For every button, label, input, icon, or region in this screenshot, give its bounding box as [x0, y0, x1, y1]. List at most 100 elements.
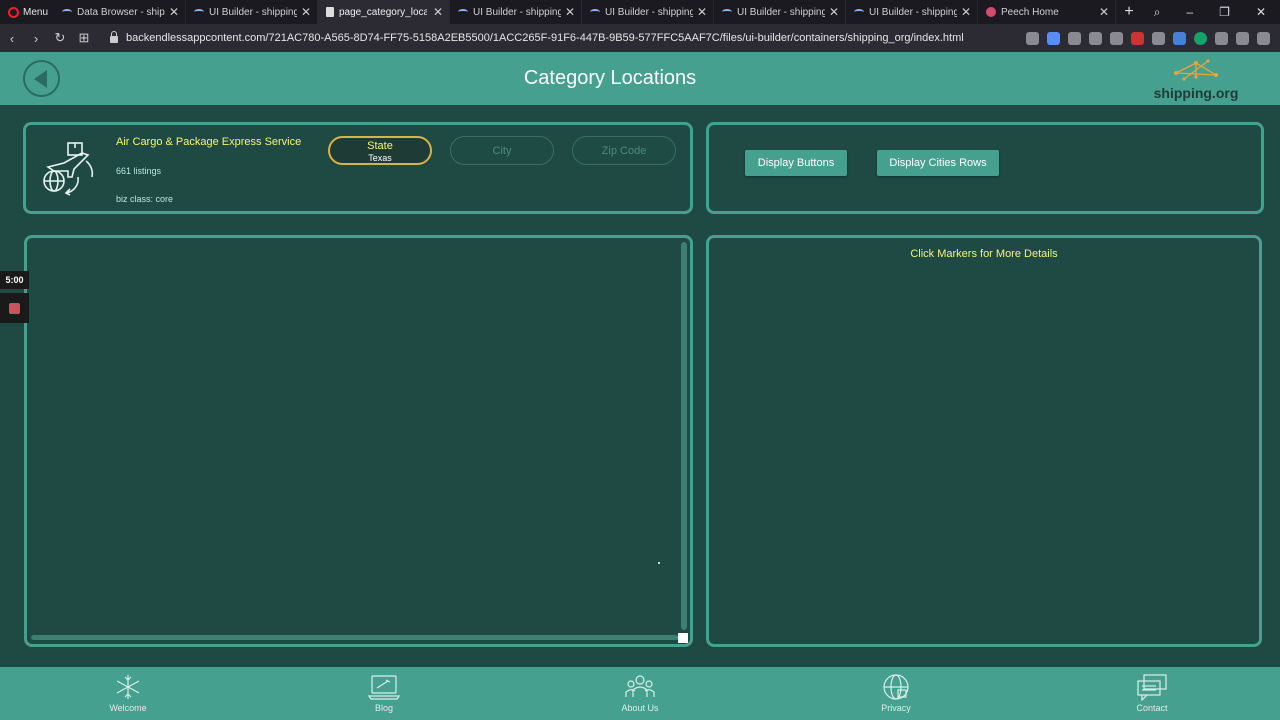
stop-recording-button[interactable]	[0, 293, 29, 323]
tab-label: UI Builder - shipping_o	[209, 6, 297, 18]
horizontal-scrollbar[interactable]	[31, 635, 679, 640]
browser-menu-button[interactable]: Menu	[0, 0, 54, 24]
extensions-bar	[1026, 31, 1280, 45]
peech-icon	[986, 7, 996, 17]
tab-label: Data Browser - shipping	[77, 6, 165, 18]
listings-count: 661 listings	[116, 166, 162, 176]
zip-code-filter-button[interactable]: Zip Code	[572, 136, 676, 165]
laptop-icon	[368, 675, 400, 700]
footer-item-privacy[interactable]: Privacy	[856, 673, 936, 713]
tab-label: Peech Home	[1001, 6, 1059, 18]
cursor-dot	[658, 562, 660, 564]
zip-filter-label: Zip Code	[601, 145, 647, 157]
backendless-icon	[458, 9, 468, 15]
chat-icon	[1137, 674, 1167, 701]
footer-item-welcome[interactable]: Welcome	[88, 673, 168, 713]
map-panel[interactable]: Click Markers for More Details	[706, 235, 1262, 647]
footer-item-contact[interactable]: Contact	[1112, 673, 1192, 713]
minimize-icon[interactable]: –	[1186, 5, 1193, 20]
search-icon[interactable]: ⌕	[1154, 5, 1161, 20]
url-text: backendlessappcontent.com/721AC780-A565-…	[126, 32, 964, 44]
display-buttons-button[interactable]: Display Buttons	[745, 150, 847, 176]
backendless-icon	[194, 9, 204, 15]
map-markers-hint: Click Markers for More Details	[910, 248, 1058, 260]
grammarly-icon[interactable]	[1194, 31, 1207, 45]
restore-icon[interactable]: ❐	[1219, 5, 1230, 20]
category-info-panel: Air Cargo & Package Express Service 661 …	[23, 122, 693, 214]
lock-icon	[110, 31, 118, 43]
browser-tab[interactable]: UI Builder - shipping_o ✕	[714, 0, 846, 24]
display-cities-rows-button[interactable]: Display Cities Rows	[877, 150, 999, 176]
city-filter-label: City	[492, 145, 512, 157]
tab-label: UI Builder - shipping_o	[737, 6, 825, 18]
state-filter-button[interactable]: State Texas	[328, 136, 432, 165]
cube-icon[interactable]	[1215, 31, 1228, 45]
close-icon[interactable]: ✕	[829, 5, 839, 19]
translate-icon[interactable]	[1173, 31, 1186, 45]
new-tab-button[interactable]: +	[1116, 3, 1142, 21]
shipping-org-logo[interactable]: shipping.org	[1146, 57, 1246, 101]
footer-label: Privacy	[881, 703, 911, 713]
people-icon	[625, 675, 655, 697]
backendless-icon	[854, 9, 864, 15]
business-category-name: Air Cargo & Package Express Service	[116, 136, 302, 148]
snowflake-icon	[116, 675, 140, 699]
browser-tab[interactable]: Peech Home ✕	[978, 0, 1116, 24]
app-root: Category Locations shipping.org Air Carg…	[0, 52, 1280, 720]
tab-label: page_category_location	[339, 6, 427, 18]
business-class: biz class: core	[116, 194, 174, 204]
cities-list-panel[interactable]	[24, 235, 693, 647]
more-icon[interactable]	[1257, 31, 1270, 45]
camera-icon[interactable]	[1026, 31, 1039, 45]
shield-icon[interactable]	[1047, 31, 1060, 45]
recording-timer: 5:00	[0, 271, 29, 289]
browser-tab[interactable]: UI Builder - shipping_o ✕	[450, 0, 582, 24]
city-filter-button[interactable]: City	[450, 136, 554, 165]
close-icon[interactable]: ✕	[169, 5, 179, 19]
url-field[interactable]: backendlessappcontent.com/721AC780-A565-…	[110, 31, 964, 44]
close-icon[interactable]: ✕	[961, 5, 971, 19]
close-icon[interactable]: ✕	[565, 5, 575, 19]
copy-icon[interactable]	[1152, 31, 1165, 45]
reload-icon[interactable]: ↻	[48, 30, 72, 46]
close-window-icon[interactable]: ✕	[1256, 5, 1266, 20]
vertical-scrollbar[interactable]	[681, 242, 687, 630]
tab-label: UI Builder - shipping_o	[605, 6, 693, 18]
tabs-grid-icon[interactable]: ⊞	[72, 30, 96, 46]
tab-label: UI Builder - shipping_o	[869, 6, 957, 18]
forward-nav-icon[interactable]: ›	[24, 31, 48, 46]
browser-tab-active[interactable]: page_category_location ✕	[318, 0, 450, 24]
browser-tab[interactable]: Data Browser - shipping ✕	[54, 0, 186, 24]
extension-icon[interactable]	[1131, 31, 1144, 45]
browser-tab[interactable]: UI Builder - shipping_o ✕	[582, 0, 714, 24]
close-icon[interactable]: ✕	[697, 5, 707, 19]
close-icon[interactable]: ✕	[433, 5, 443, 19]
footer-label: Welcome	[109, 703, 147, 713]
footer-item-about-us[interactable]: About Us	[600, 673, 680, 713]
logo-text: shipping.org	[1153, 85, 1239, 101]
logo-network-icon	[1174, 59, 1218, 81]
footer-label: Contact	[1136, 703, 1168, 713]
back-nav-icon[interactable]: ‹	[0, 31, 24, 46]
globe-lock-icon	[883, 674, 909, 700]
heart-icon[interactable]	[1089, 31, 1102, 45]
footer-label: Blog	[374, 703, 393, 713]
download-icon[interactable]	[1236, 31, 1249, 45]
opera-icon	[8, 6, 19, 18]
scroll-corner	[678, 633, 688, 643]
window-controls: ⌕ – ❐ ✕	[1154, 5, 1280, 20]
backendless-icon	[62, 9, 72, 15]
extension-icon[interactable]	[1110, 31, 1123, 45]
footer-nav: Welcome Blog About Us Privacy Contact	[0, 667, 1280, 720]
browser-tab[interactable]: UI Builder - shipping_o ✕	[846, 0, 978, 24]
footer-label: About Us	[621, 703, 659, 713]
close-icon[interactable]: ✕	[301, 5, 311, 19]
display-options-panel: Display Buttons Display Cities Rows	[706, 122, 1264, 214]
backendless-icon	[722, 9, 732, 15]
play-icon[interactable]	[1068, 31, 1081, 45]
footer-item-blog[interactable]: Blog	[344, 673, 424, 713]
browser-tab[interactable]: UI Builder - shipping_o ✕	[186, 0, 318, 24]
browser-tab-bar: Menu Data Browser - shipping ✕ UI Builde…	[0, 0, 1280, 24]
app-header: Category Locations shipping.org	[0, 52, 1280, 105]
close-icon[interactable]: ✕	[1099, 5, 1109, 19]
